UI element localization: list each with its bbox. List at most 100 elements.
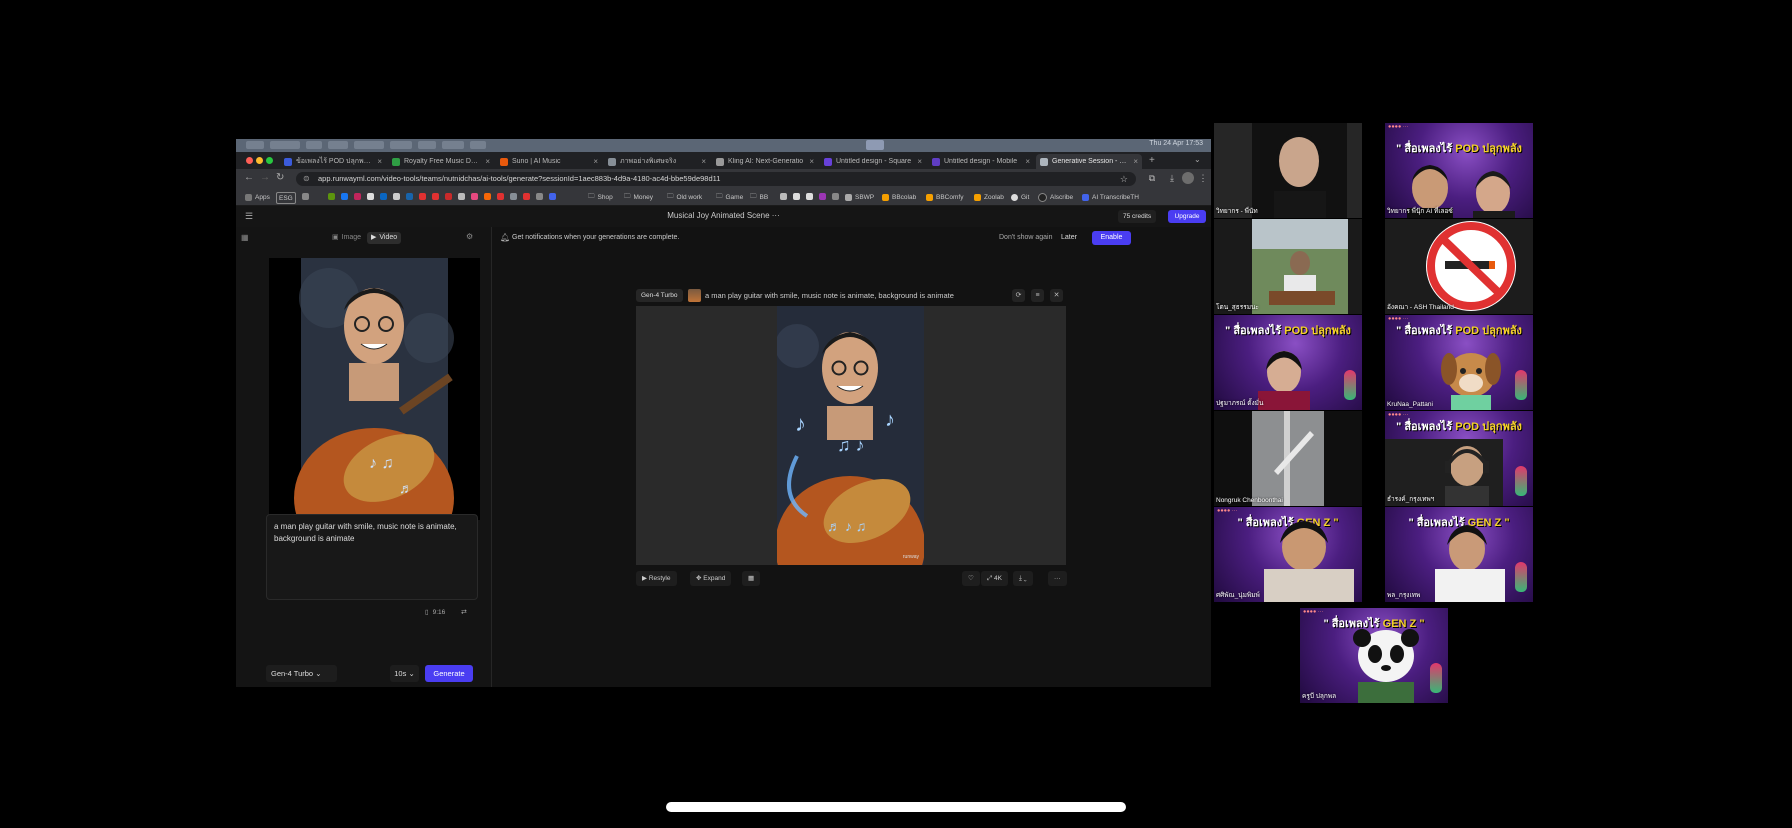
bookmark-icon[interactable] xyxy=(793,193,800,200)
url-field[interactable]: ⊜ app.runwayml.com/video-tools/teams/nut… xyxy=(296,172,1136,186)
bookmark-folder-money[interactable]: 🗀 Money xyxy=(624,192,653,202)
bookmark-icon[interactable] xyxy=(497,193,504,200)
bookmark-icon[interactable] xyxy=(406,193,413,200)
bookmark-icon[interactable] xyxy=(819,193,826,200)
duration-select[interactable]: 10s ⌄ xyxy=(390,665,419,682)
tiktok-icon[interactable] xyxy=(393,193,400,200)
close-icon[interactable]: ✕ xyxy=(1050,289,1063,302)
participant-tile[interactable]: ●●●● ··· " สื่อเพลงไร้ GEN Z " ครูบี ปลุ… xyxy=(1300,608,1448,703)
bookmark-bbcolab[interactable]: BBcolab xyxy=(882,192,916,202)
swap-icon[interactable]: ⇄ xyxy=(461,608,467,616)
browser-tab[interactable]: ภาพอย่างพิเศษจริง × xyxy=(604,154,710,169)
close-tab-icon[interactable]: × xyxy=(377,157,386,166)
browser-tab[interactable]: Untitled design - Square × xyxy=(820,154,926,169)
generate-button[interactable]: Generate xyxy=(425,665,473,682)
tab-video[interactable]: ▶ Video xyxy=(367,232,402,244)
bookmark-apps[interactable]: Apps xyxy=(245,192,270,202)
reload-icon[interactable]: ↻ xyxy=(276,172,284,183)
bookmark-icon[interactable] xyxy=(432,193,439,200)
bookmark-bbcomfy[interactable]: BBComfy xyxy=(926,192,963,202)
settings-icon[interactable]: ⚙ xyxy=(466,232,473,241)
bookmark-git[interactable]: Git xyxy=(1011,192,1029,202)
more-tools-icon[interactable]: ▦ xyxy=(742,571,761,586)
download-icon[interactable]: ⤓ xyxy=(1166,172,1178,184)
bookmark-folder-game[interactable]: 🗀 Game xyxy=(716,192,743,202)
aspect-ratio-button[interactable]: ▯ 9:16 xyxy=(425,608,445,617)
linkedin-icon[interactable] xyxy=(380,193,387,200)
bookmark-icon[interactable] xyxy=(302,193,309,200)
bookmark-zoolab[interactable]: Zoolab xyxy=(974,192,1004,202)
source-image[interactable]: ♪ ♫ ♬ xyxy=(269,258,480,520)
bookmark-icon[interactable] xyxy=(523,193,530,200)
close-tab-icon[interactable]: × xyxy=(1025,157,1034,166)
bookmark-icon[interactable] xyxy=(806,193,813,200)
participant-tile[interactable]: ●●●● ··· " สื่อเพลงไร้ GEN Z " ศศิพัณ_นุ… xyxy=(1214,507,1362,602)
bookmark-icon[interactable] xyxy=(484,193,491,200)
bookmark-folder-bb[interactable]: 🗀 BB xyxy=(750,192,768,202)
prompt-input[interactable]: a man play guitar with smile, music note… xyxy=(266,514,478,600)
participant-tile[interactable]: " สื่อเพลงไร้ POD ปลุกพลัง ปฐมาภรณ์ ตั้ง… xyxy=(1214,315,1362,410)
bookmark-icon[interactable] xyxy=(536,193,543,200)
bookmark-star-icon[interactable]: ☆ xyxy=(1120,172,1128,186)
generated-video[interactable]: ♪ ♫ ♪ ♪ ♬ ♪ ♫ runway xyxy=(636,306,1066,565)
extensions-icon[interactable]: ⧉ xyxy=(1146,172,1158,184)
bookmark-icon[interactable] xyxy=(510,193,517,200)
reuse-icon[interactable]: ⟳ xyxy=(1012,289,1025,302)
close-tab-icon[interactable]: × xyxy=(593,157,602,166)
participant-tile[interactable]: ●●●● ··· " สื่อเพลงไร้ POD ปลุกพลัง KruN… xyxy=(1385,315,1533,410)
site-info-icon[interactable]: ⊜ xyxy=(303,172,310,186)
browser-tab[interactable]: Suno | AI Music × xyxy=(496,154,602,169)
minimize-window-button[interactable] xyxy=(256,157,263,164)
bookmark-icon[interactable] xyxy=(419,193,426,200)
bookmark-icon[interactable] xyxy=(832,193,839,200)
browser-tab[interactable]: Untitled design - Mobile × xyxy=(928,154,1034,169)
later-button[interactable]: Later xyxy=(1061,234,1077,241)
participant-tile[interactable]: โตน_สุธรรมนะ xyxy=(1214,219,1362,314)
back-icon[interactable]: ← xyxy=(244,172,254,183)
close-window-button[interactable] xyxy=(246,157,253,164)
participant-tile[interactable]: วิทยากร - พี่นัท xyxy=(1214,123,1362,218)
credits-badge[interactable]: 75 credits xyxy=(1118,210,1157,223)
close-tab-icon[interactable]: × xyxy=(701,157,710,166)
close-tab-icon[interactable]: × xyxy=(1133,157,1142,166)
details-icon[interactable]: ≡ xyxy=(1031,289,1044,302)
tab-search-icon[interactable]: ⌄ xyxy=(1194,155,1201,164)
more-options-icon[interactable]: ··· xyxy=(1048,571,1067,586)
panel-layout-icon[interactable]: ▦ xyxy=(241,233,249,242)
bookmark-folder-shop[interactable]: 🗀 Shop xyxy=(588,192,613,202)
more-menu-icon[interactable]: ⋮ xyxy=(1197,172,1209,184)
close-tab-icon[interactable]: × xyxy=(485,157,494,166)
favorite-icon[interactable]: ♡ xyxy=(962,571,980,586)
new-tab-icon[interactable]: + xyxy=(1149,155,1155,166)
participant-tile[interactable]: Nongruk Chenboonthai xyxy=(1214,411,1362,506)
model-select[interactable]: Gen-4 Turbo ⌄ xyxy=(266,665,337,682)
browser-tab[interactable]: Kling AI: Next-Generatio × xyxy=(712,154,818,169)
bookmark-ai-transcribe[interactable]: AI TranscribeTH xyxy=(1082,192,1139,202)
dont-show-again-button[interactable]: Don't show again xyxy=(999,234,1052,241)
input-thumbnail[interactable] xyxy=(688,289,701,302)
profile-avatar[interactable] xyxy=(1182,172,1194,184)
bookmark-icon[interactable] xyxy=(780,193,787,200)
restyle-button[interactable]: ▶ Restyle xyxy=(636,571,677,586)
browser-tab-active[interactable]: Generative Session - Run × xyxy=(1036,154,1142,169)
instagram-icon[interactable] xyxy=(354,193,361,200)
participant-tile[interactable]: ●●●● ··· " สื่อเพลงไร้ POD ปลุกพลัง ธำรง… xyxy=(1385,411,1533,506)
bookmark-icon[interactable] xyxy=(458,193,465,200)
browser-tab[interactable]: Royalty Free Music Down × xyxy=(388,154,494,169)
expand-button[interactable]: ✥ Expand xyxy=(690,571,732,586)
participant-tile[interactable]: " สื่อเพลงไร้ GEN Z " พล_กรุงเทพ xyxy=(1385,507,1533,602)
close-tab-icon[interactable]: × xyxy=(809,157,818,166)
download-button[interactable]: ⤓ ⌄ xyxy=(1013,571,1033,586)
bookmark-esg[interactable]: ESG xyxy=(276,192,296,204)
facebook-icon[interactable] xyxy=(341,193,348,200)
bookmark-icon[interactable] xyxy=(445,193,452,200)
upscale-4k-button[interactable]: ⤢ 4K xyxy=(981,571,1008,586)
home-indicator[interactable] xyxy=(666,802,1126,812)
x-icon[interactable] xyxy=(367,193,374,200)
bookmark-folder-old-work[interactable]: 🗀 Old work xyxy=(667,192,702,202)
browser-tab[interactable]: ข้อเพลงไร้ POD ปลุกพลัง GEN × xyxy=(280,154,386,169)
enable-notifications-button[interactable]: Enable xyxy=(1092,231,1131,245)
bookmark-icon[interactable] xyxy=(471,193,478,200)
close-tab-icon[interactable]: × xyxy=(917,157,926,166)
upgrade-button[interactable]: Upgrade xyxy=(1168,210,1206,223)
